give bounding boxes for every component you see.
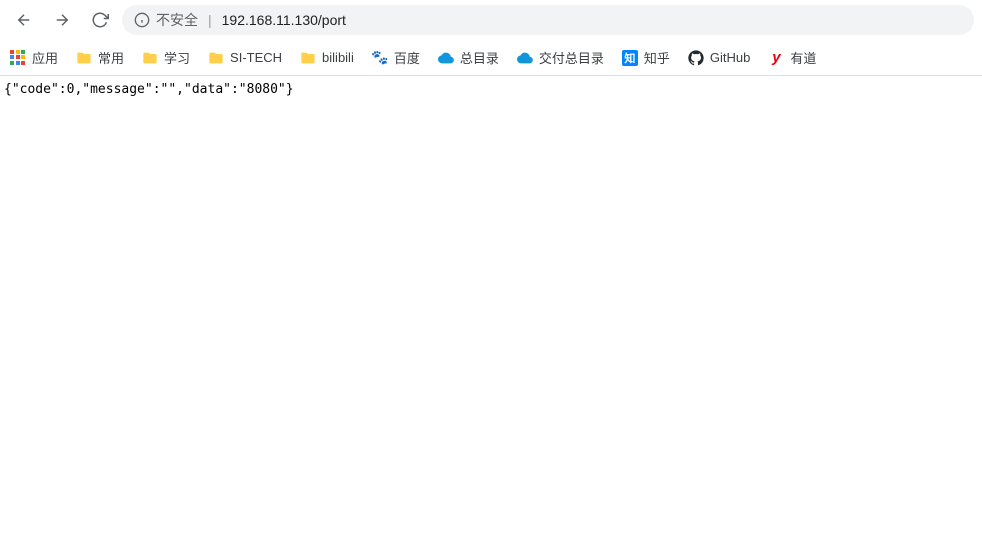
bookmark-item[interactable]: 学习 (142, 48, 190, 67)
bookmarks-bar: 应用 常用学习SI-TECHbilibili🐾百度总目录交付总目录知知乎GitH… (0, 40, 982, 76)
insecure-label: 不安全 (156, 10, 198, 30)
bookmark-item[interactable]: 知知乎 (622, 48, 670, 67)
apps-label: 应用 (32, 48, 58, 67)
zhihu-icon: 知 (622, 50, 638, 66)
page-body: {"code":0,"message":"","data":"8080"} (0, 76, 982, 103)
bookmark-item[interactable]: bilibili (300, 50, 354, 66)
bookmark-label: bilibili (322, 50, 354, 65)
youdao-icon: y (768, 50, 784, 66)
browser-toolbar: 不安全 | 192.168.11.130/port (0, 0, 982, 40)
folder-icon (300, 50, 316, 66)
arrow-right-icon (53, 11, 71, 29)
folder-icon (142, 50, 158, 66)
bookmark-item[interactable]: 交付总目录 (517, 48, 604, 67)
reload-button[interactable] (84, 4, 116, 36)
cloud-icon (517, 50, 533, 66)
arrow-left-icon (15, 11, 33, 29)
bookmark-label: 百度 (394, 48, 420, 67)
bookmark-label: SI-TECH (230, 50, 282, 65)
bookmark-item[interactable]: SI-TECH (208, 50, 282, 66)
reload-icon (91, 11, 109, 29)
cloud-icon (438, 50, 454, 66)
apps-icon (10, 50, 26, 66)
url-text: 192.168.11.130/port (222, 12, 346, 28)
forward-button[interactable] (46, 4, 78, 36)
bookmark-item[interactable]: 🐾 百度 (372, 48, 420, 67)
bookmark-label: 交付总目录 (539, 48, 604, 67)
address-bar[interactable]: 不安全 | 192.168.11.130/port (122, 5, 974, 35)
bookmark-label: 常用 (98, 48, 124, 67)
github-icon (688, 50, 704, 66)
apps-button[interactable]: 应用 (10, 48, 58, 67)
bookmark-item[interactable]: 常用 (76, 48, 124, 67)
info-icon (134, 12, 150, 28)
bookmark-label: GitHub (710, 50, 750, 65)
bookmark-item[interactable]: y 有道 (768, 48, 816, 67)
bookmark-label: 总目录 (460, 48, 499, 67)
baidu-icon: 🐾 (372, 50, 388, 66)
folder-icon (208, 50, 224, 66)
bookmark-label: 学习 (164, 48, 190, 67)
back-button[interactable] (8, 4, 40, 36)
folder-icon (76, 50, 92, 66)
bookmark-label: 知乎 (644, 48, 670, 67)
bookmark-label: 有道 (790, 48, 816, 67)
bookmark-item[interactable]: 总目录 (438, 48, 499, 67)
url-separator: | (208, 12, 212, 28)
bookmark-item[interactable]: GitHub (688, 50, 750, 66)
